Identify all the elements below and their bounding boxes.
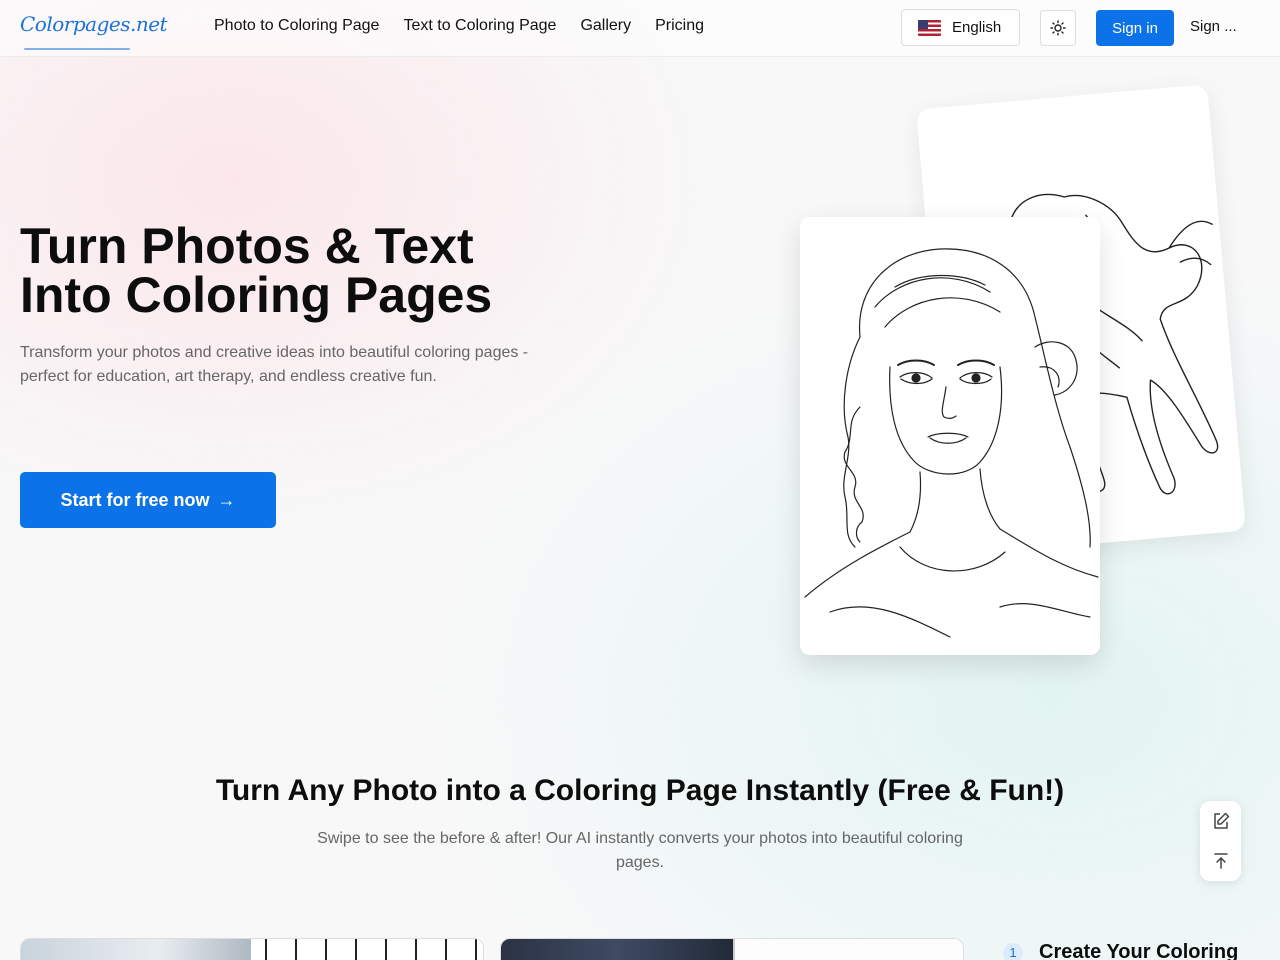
after-coloring <box>733 939 963 960</box>
language-label: English <box>952 19 1002 36</box>
section-title: Turn Any Photo into a Coloring Page Inst… <box>215 774 1065 807</box>
theme-toggle-button[interactable] <box>1040 10 1076 46</box>
hero-title: Turn Photos & Text Into Coloring Pages <box>20 221 580 323</box>
before-photo <box>21 939 251 960</box>
step-number: 1 <box>1003 942 1023 960</box>
sign-in-button[interactable]: Sign in <box>1096 10 1174 46</box>
edit-note-icon <box>1213 812 1229 829</box>
logo-text: Colorpages.net <box>20 12 168 36</box>
nav-gallery[interactable]: Gallery <box>580 17 631 35</box>
before-photo <box>501 939 733 960</box>
before-after-preview-1[interactable] <box>20 938 484 960</box>
site-logo[interactable]: Colorpages.net <box>20 8 168 52</box>
woman-portrait-line-art <box>804 248 1099 638</box>
arrow-right-icon: → <box>217 489 236 510</box>
portrait-coloring-sample-image <box>800 217 1100 655</box>
scroll-to-top-button[interactable] <box>1209 849 1233 873</box>
after-coloring <box>251 939 483 960</box>
hero-title-line1: Turn Photos & Text <box>20 218 474 274</box>
site-header: Colorpages.net Photo to Coloring Page Te… <box>0 0 1280 57</box>
start-free-button[interactable]: Start for free now → <box>20 472 276 528</box>
nav-photo-to-coloring[interactable]: Photo to Coloring Page <box>214 17 379 35</box>
sun-icon <box>1050 20 1066 36</box>
us-flag-icon <box>918 19 941 36</box>
section-subtitle: Swipe to see the before & after! Our AI … <box>317 830 963 871</box>
arrow-to-top-icon <box>1213 853 1228 869</box>
floating-toolbar <box>1200 801 1241 881</box>
language-selector[interactable]: English <box>901 9 1020 46</box>
cta-label: Start for free now <box>60 489 210 510</box>
feedback-button[interactable] <box>1209 809 1233 833</box>
step-title: Create Your Coloring <box>1039 941 1239 960</box>
nav-pricing[interactable]: Pricing <box>655 17 704 35</box>
main-nav: Photo to Coloring Page Text to Coloring … <box>214 17 704 35</box>
logo-underline <box>24 48 130 50</box>
sign-up-link[interactable]: Sign ... <box>1190 18 1250 35</box>
step-item: 1 Create Your Coloring <box>1003 941 1238 960</box>
before-after-preview-2[interactable] <box>500 938 964 960</box>
hero-title-line2: Into Coloring Pages <box>20 267 493 323</box>
hero-subtitle: Transform your photos and creative ideas… <box>20 344 529 385</box>
nav-text-to-coloring[interactable]: Text to Coloring Page <box>403 17 556 35</box>
